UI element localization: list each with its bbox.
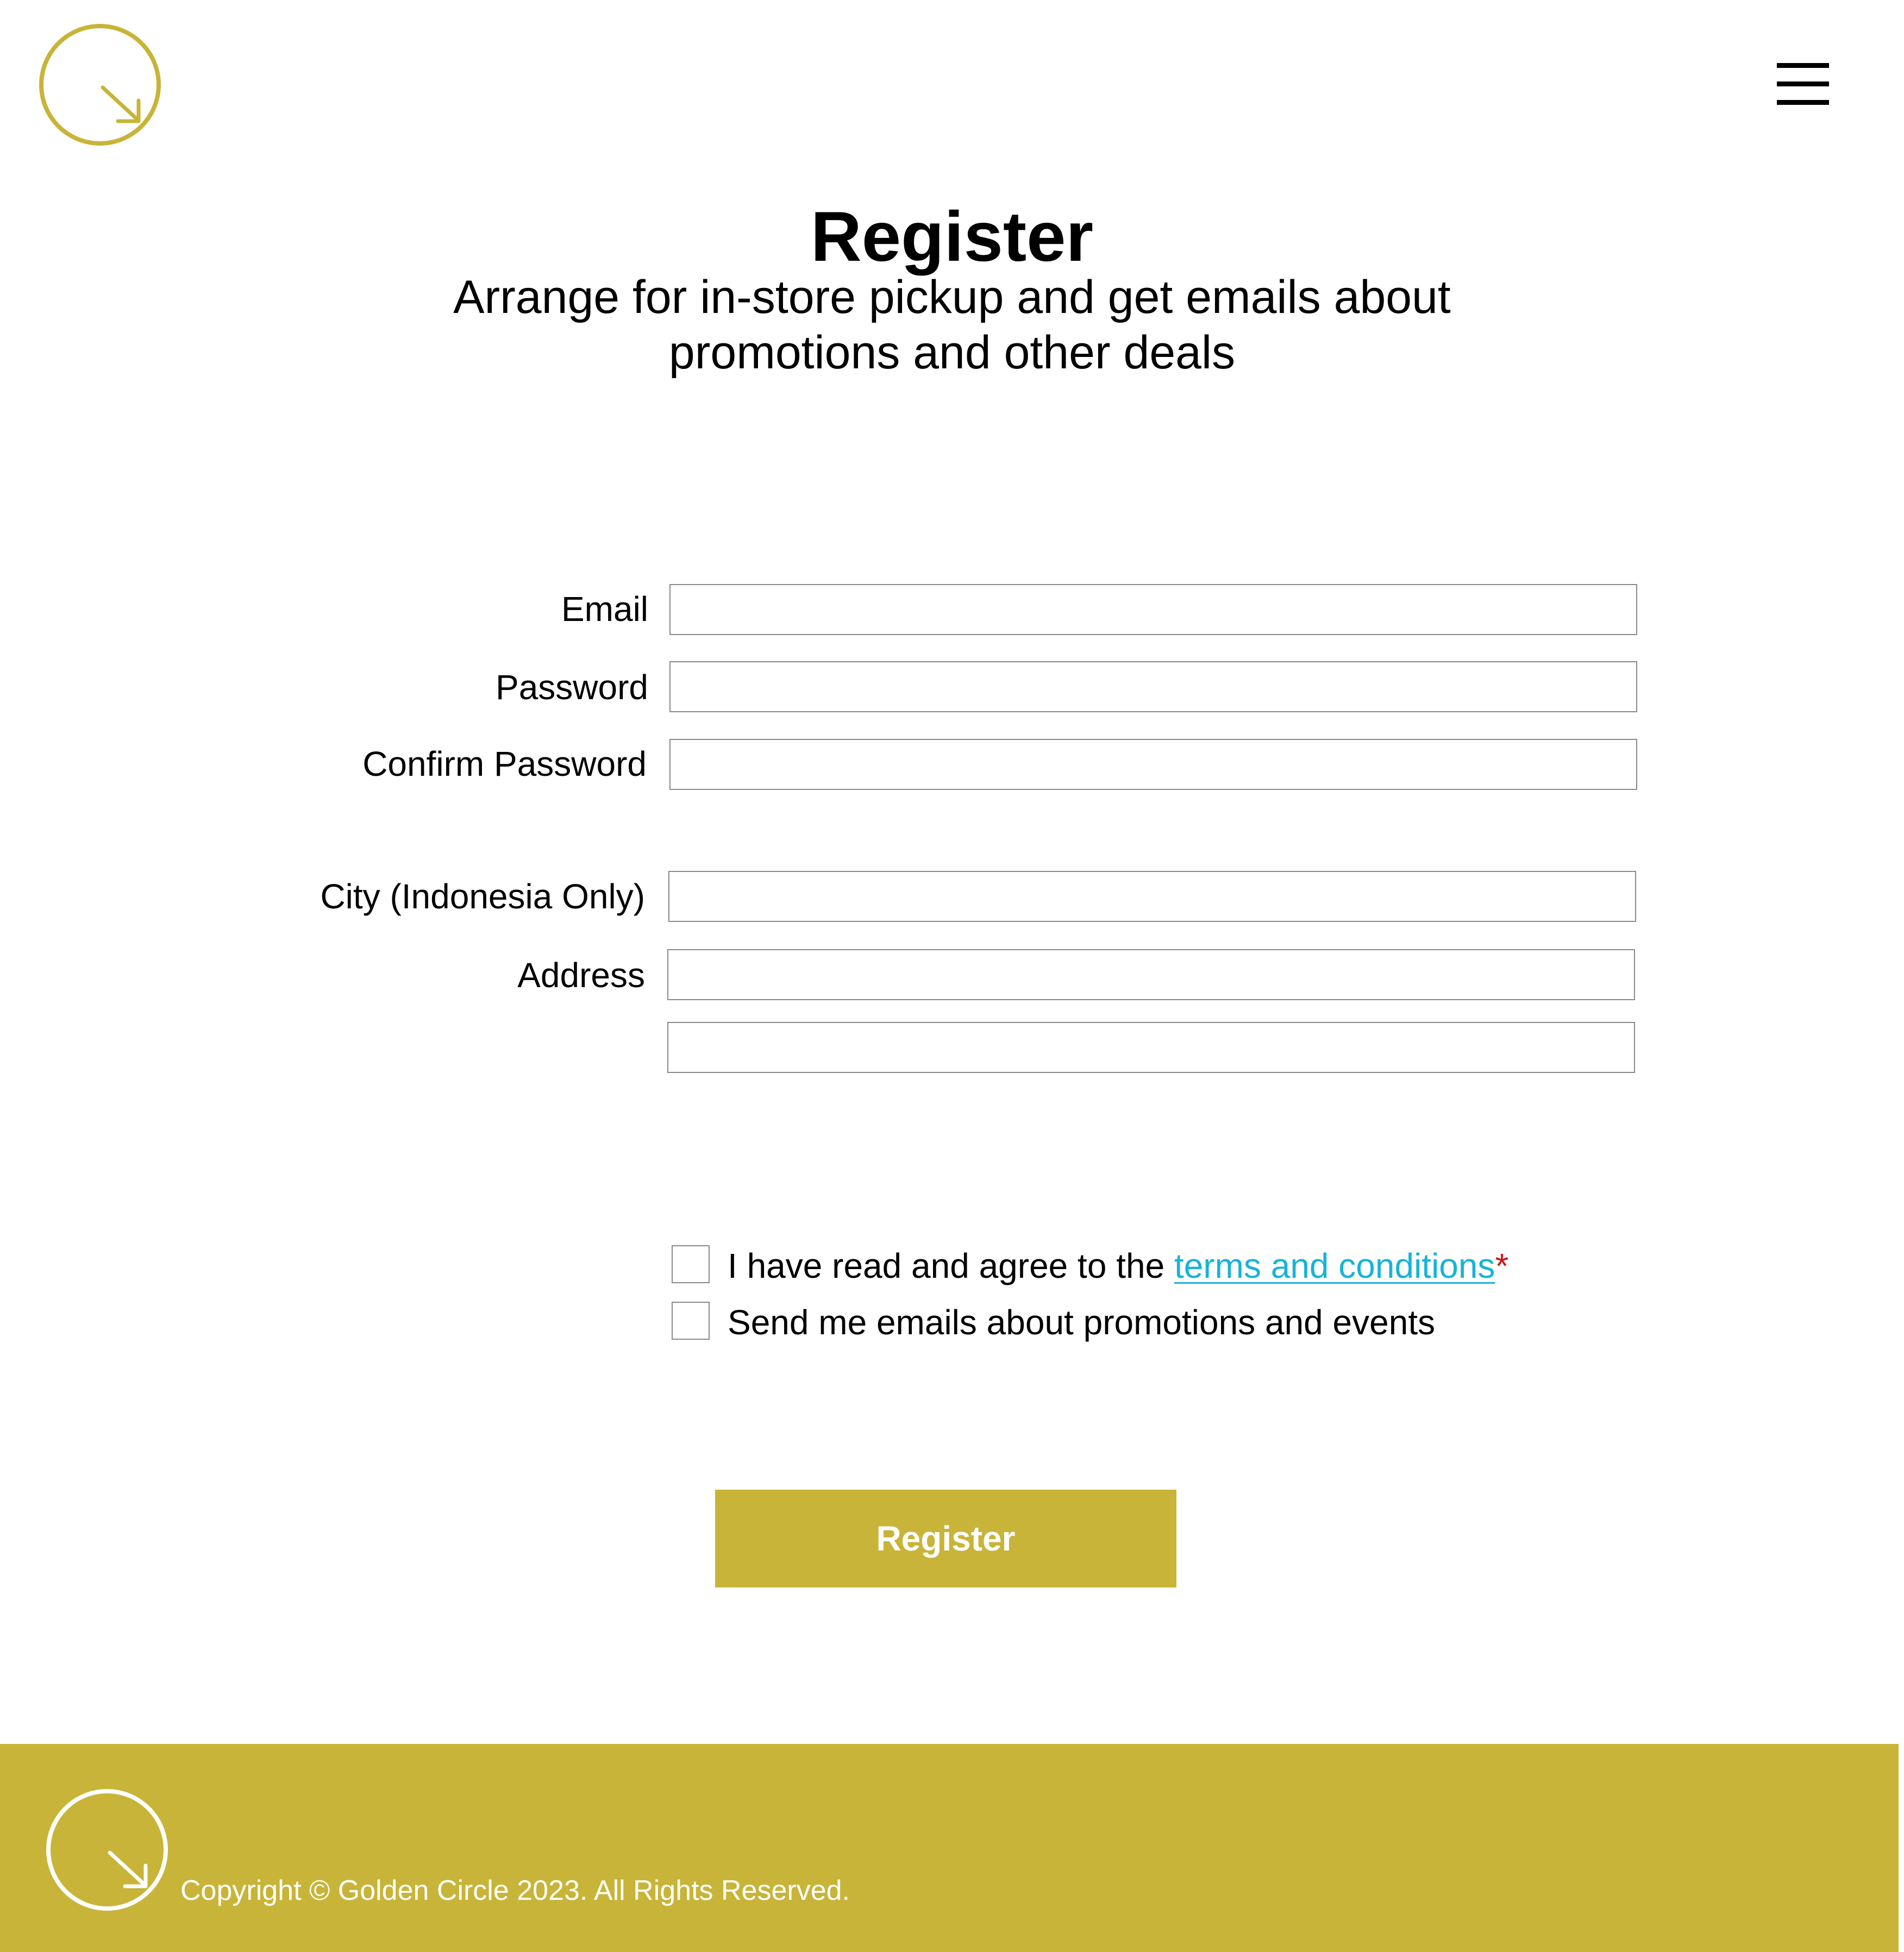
required-asterisk: * — [1495, 1246, 1509, 1285]
menu-bar — [1777, 81, 1829, 86]
password-label: Password — [496, 668, 648, 707]
city-field[interactable] — [668, 871, 1636, 922]
terms-agreement-text: I have read and agree to the terms and c… — [728, 1244, 1508, 1288]
logo-circle-arrow-icon[interactable] — [37, 22, 162, 147]
promo-emails-checkbox[interactable] — [672, 1302, 710, 1340]
terms-link[interactable]: terms and conditions — [1174, 1246, 1495, 1285]
confirm-password-field[interactable] — [669, 739, 1637, 790]
subtitle-line: promotions and other deals — [668, 327, 1236, 379]
menu-bar — [1777, 63, 1829, 68]
hamburger-menu-icon[interactable] — [1777, 61, 1831, 105]
copyright-text: Copyright © Golden Circle 2023. All Righ… — [180, 1875, 850, 1906]
email-label: Email — [561, 589, 648, 629]
page-title: Register — [810, 197, 1094, 276]
menu-bar — [1777, 100, 1829, 105]
city-label: City (Indonesia Only) — [320, 877, 645, 916]
page-subtitle: Arrange for in-store pickup and get emai… — [409, 269, 1495, 380]
address-line2-field[interactable] — [667, 1022, 1635, 1073]
footer: Copyright © Golden Circle 2023. All Righ… — [0, 1744, 1899, 1952]
address-label: Address — [517, 956, 645, 995]
subtitle-line: Arrange for in-store pickup and get emai… — [453, 271, 1451, 323]
terms-prefix: I have read and agree to the — [728, 1246, 1174, 1285]
register-button[interactable]: Register — [715, 1490, 1176, 1587]
address-line1-field[interactable] — [667, 949, 1635, 1000]
promo-emails-label: Send me emails about promotions and even… — [728, 1303, 1436, 1342]
email-field[interactable] — [669, 584, 1637, 635]
footer-logo-circle-arrow-icon — [46, 1789, 168, 1911]
confirm-password-label: Confirm Password — [362, 744, 647, 783]
password-field[interactable] — [669, 661, 1637, 712]
terms-checkbox[interactable] — [672, 1245, 710, 1283]
